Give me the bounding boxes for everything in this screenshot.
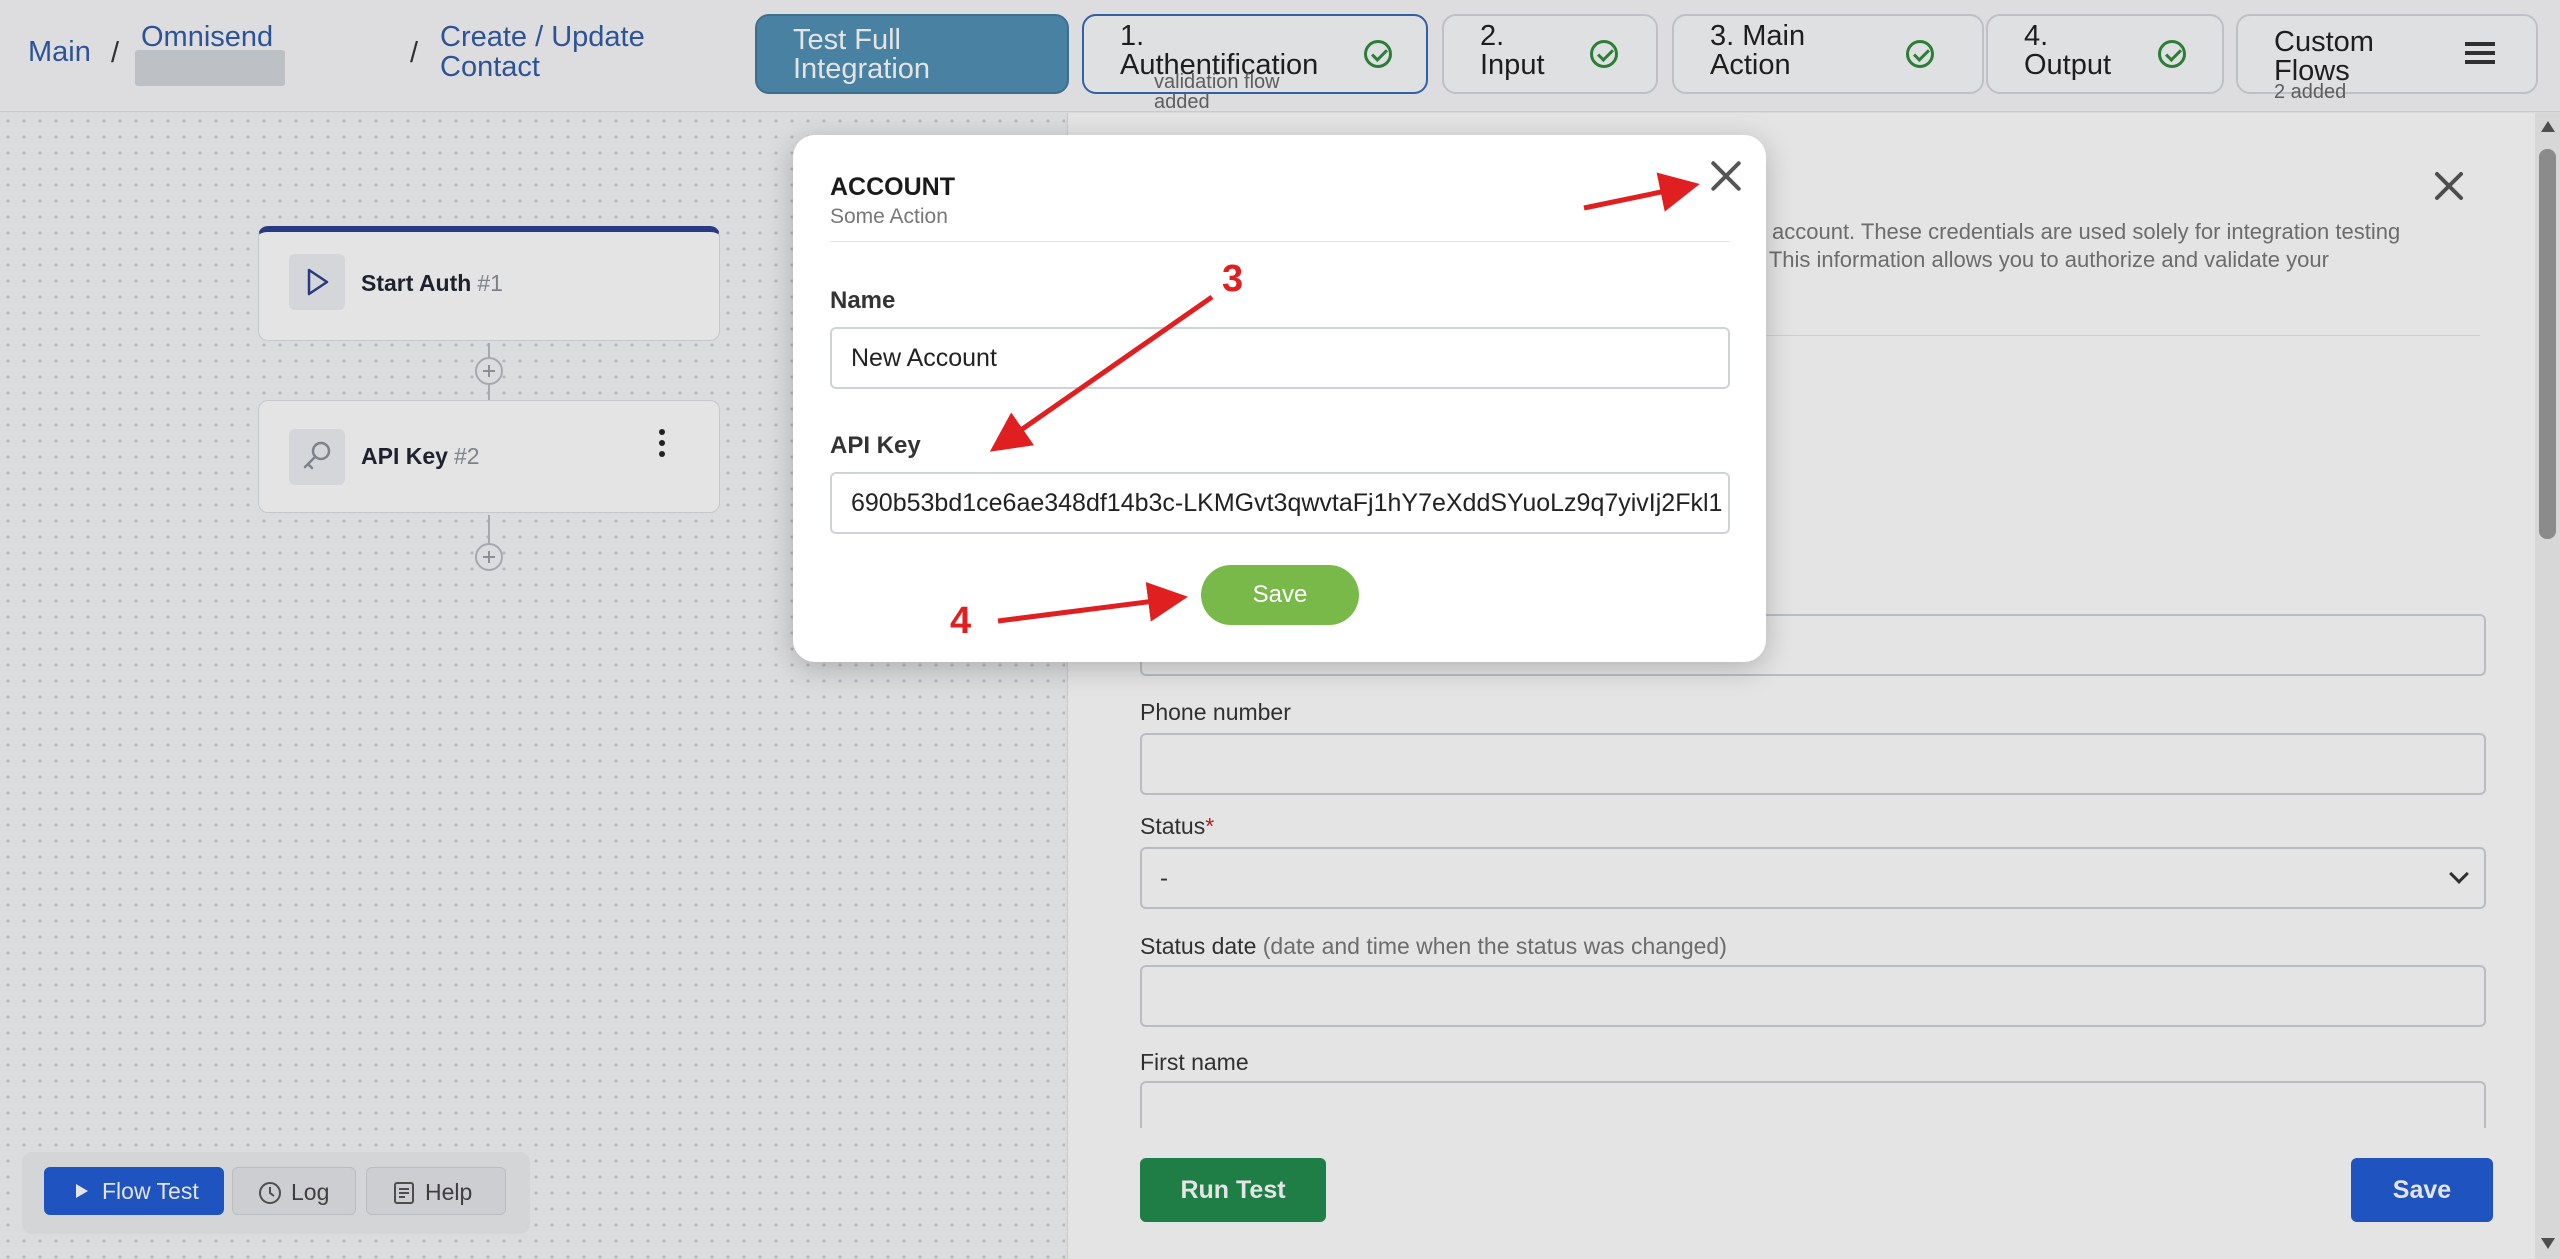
- annotation-number-4: 4: [950, 600, 972, 642]
- modal-title: ACCOUNT: [830, 173, 955, 201]
- api-key-label: API Key: [830, 432, 921, 459]
- modal-save-button[interactable]: Save: [1201, 565, 1359, 625]
- modal-subtitle: Some Action: [830, 205, 948, 228]
- close-icon[interactable]: [1709, 159, 1743, 193]
- account-modal: ACCOUNT Some Action Name New Account API…: [793, 135, 1766, 662]
- annotation-number-3: 3: [1222, 258, 1244, 300]
- name-label: Name: [830, 287, 896, 314]
- divider: [830, 241, 1730, 242]
- name-input[interactable]: New Account: [830, 327, 1730, 389]
- api-key-input[interactable]: 690b53bd1ce6ae348df14b3c-LKMGvt3qwvtaFj1…: [830, 472, 1730, 534]
